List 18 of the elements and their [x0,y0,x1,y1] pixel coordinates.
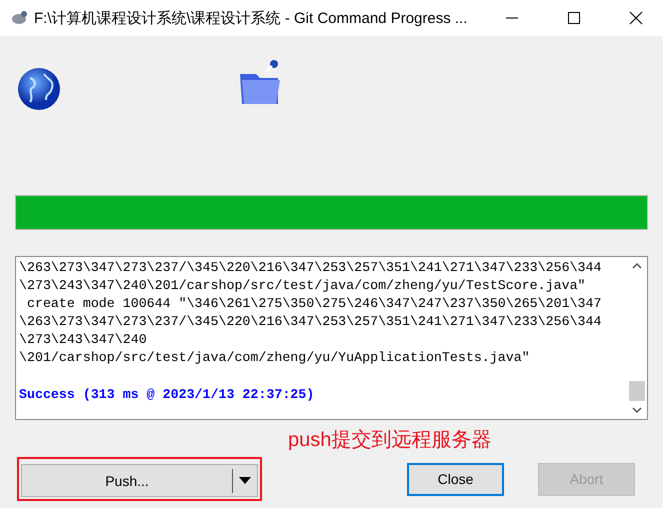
log-line: \263\273\347\273\237/\345\220\216\347\253\257\351\241\271\347\233\256\344 [19,313,602,332]
maximize-icon[interactable] [567,11,581,25]
annotation-text: push提交到远程服务器 [288,428,492,453]
window-title: F:\计算机课程设计系统\课程设计系统 - Git Command Progress ... [34,8,468,28]
log-line: \273\243\347\240 [19,331,148,350]
log-line: \263\273\347\273\237/\345\220\216\347\253\257\351\241\271\347\233\256\344 [19,259,602,277]
close-icon[interactable] [629,11,643,25]
log-line: create mode 100644 "\346\261\275\350\275\246\347\247\237\350\265\201\347 [26,295,602,314]
scroll-up-icon[interactable] [631,261,643,271]
success-message: Success (313 ms @ 2023/1/13 22:37:25) [19,386,316,404]
dialog-button[interactable]: Close [407,462,504,496]
scroll-down-icon[interactable] [631,405,643,415]
push-button[interactable]: Push... [21,464,258,497]
log-line: \201/carshop/src/test/java/com/zheng/yu/YuApplicationTests.java" [19,349,531,368]
log-line: \273\243\347\240\201/carshop/src/test/java/com/zheng/yu/TestScore.java" [19,277,587,296]
globe-icon [16,66,62,112]
caret-icon[interactable] [239,476,251,484]
scrollbar-thumb[interactable] [629,381,645,401]
